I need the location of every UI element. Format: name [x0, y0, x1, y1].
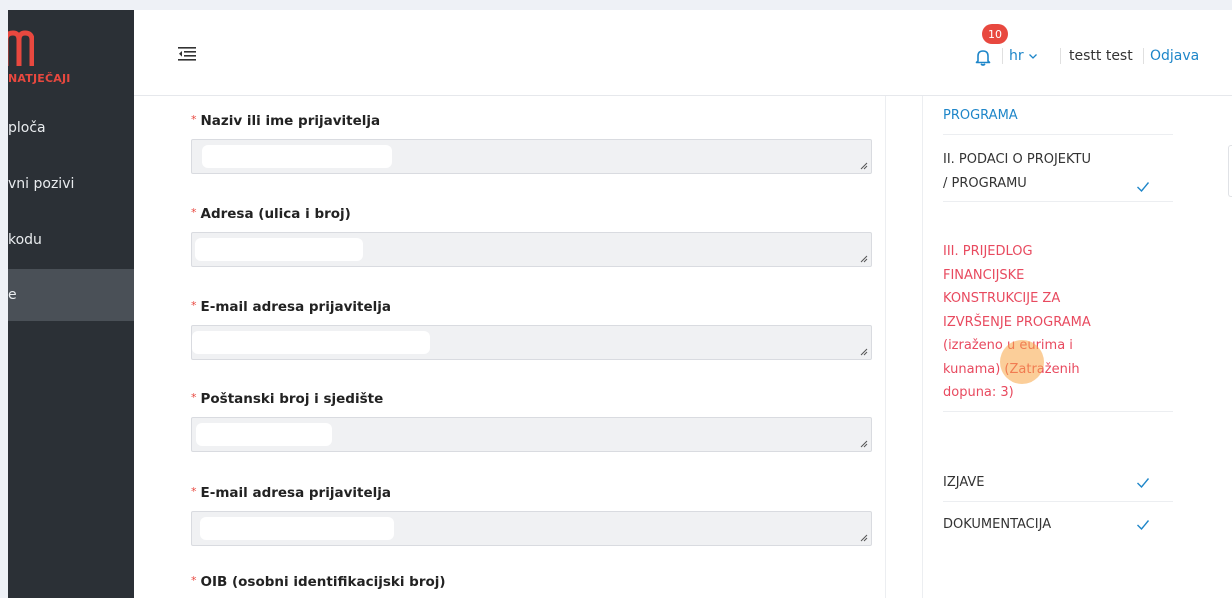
resize-handle-icon[interactable]	[860, 162, 868, 170]
brand-logo	[8, 30, 34, 66]
field-label-email: * E-mail adresa prijavitelja	[191, 299, 391, 315]
step-programa[interactable]: PROGRAMA	[943, 104, 1173, 135]
checkmark-icon	[1137, 478, 1150, 489]
checkmark-icon	[1137, 182, 1150, 193]
chevron-down-icon	[1028, 54, 1037, 59]
redacted-value	[200, 517, 394, 540]
required-marker: *	[191, 391, 197, 404]
step-izjave[interactable]: IZJAVE	[943, 467, 1173, 502]
app-window: NATJEČAJI ploča vni pozivi kodu e 10 hr	[8, 10, 1232, 598]
applicant-form: * Naziv ili ime prijavitelja * Adresa (uli…	[178, 96, 886, 598]
logout-link[interactable]: Odjava	[1143, 48, 1199, 64]
user-name: testt test	[1060, 48, 1133, 64]
field-label-naziv: * Naziv ili ime prijavitelja	[191, 113, 381, 129]
sidebar-item-kodu[interactable]: kodu	[8, 214, 134, 266]
required-marker: *	[191, 206, 197, 219]
side-drawer-tab[interactable]	[1228, 145, 1232, 197]
redacted-value	[196, 423, 332, 446]
notification-count-badge: 10	[982, 24, 1008, 44]
language-value: hr	[1009, 48, 1024, 64]
resize-handle-icon[interactable]	[860, 534, 868, 542]
field-label-email-2: * E-mail adresa prijavitelja	[191, 485, 391, 501]
resize-handle-icon[interactable]	[860, 348, 868, 356]
redacted-value	[195, 238, 363, 261]
brand-subtitle: NATJEČAJI	[8, 72, 71, 85]
resize-handle-icon[interactable]	[860, 440, 868, 448]
application-steps-panel: PROGRAMA II. PODACI O PROJEKTU / PROGRAM…	[922, 96, 1174, 598]
required-marker: *	[191, 113, 197, 126]
postal-code-field[interactable]	[191, 417, 872, 452]
redacted-value	[192, 331, 430, 354]
field-label-adresa: * Adresa (ulica i broj)	[191, 206, 351, 222]
sidebar: NATJEČAJI ploča vni pozivi kodu e	[8, 10, 134, 598]
sidebar-item-javni-pozivi[interactable]: vni pozivi	[8, 158, 134, 210]
step-dokumentacija[interactable]: DOKUMENTACIJA	[943, 509, 1173, 543]
menu-collapse-icon[interactable]	[178, 46, 196, 62]
sidebar-item-label: ploča	[8, 120, 46, 136]
field-label-oib: * OIB (osobni identifikacijski broj)	[191, 574, 446, 590]
checkmark-icon	[1137, 520, 1150, 531]
top-header: 10 hr testt test Odjava	[134, 10, 1232, 96]
required-marker: *	[191, 299, 197, 312]
field-label-postanski: * Poštanski broj i sjedište	[191, 391, 384, 407]
sidebar-item-ploca[interactable]: ploča	[8, 102, 134, 154]
applicant-name-field[interactable]	[191, 139, 872, 174]
redacted-value	[202, 145, 392, 168]
bell-icon[interactable]	[974, 48, 992, 66]
step-financijska-konstrukcija[interactable]: III. PRIJEDLOG FINANCIJSKE KONSTRUKCIJE …	[943, 236, 1173, 412]
sidebar-item-label: kodu	[8, 232, 42, 248]
email-field[interactable]	[191, 325, 872, 360]
language-selector[interactable]: hr	[1002, 48, 1038, 64]
email-field-2[interactable]	[191, 511, 872, 546]
required-marker: *	[191, 574, 197, 587]
sidebar-item-label: vni pozivi	[8, 176, 75, 192]
sidebar-item-label: e	[8, 287, 17, 303]
sidebar-item-active[interactable]: e	[8, 269, 134, 321]
required-marker: *	[191, 485, 197, 498]
step-podaci-o-projektu[interactable]: II. PODACI O PROJEKTU / PROGRAMU	[943, 144, 1173, 202]
address-field[interactable]	[191, 232, 872, 267]
resize-handle-icon[interactable]	[860, 255, 868, 263]
